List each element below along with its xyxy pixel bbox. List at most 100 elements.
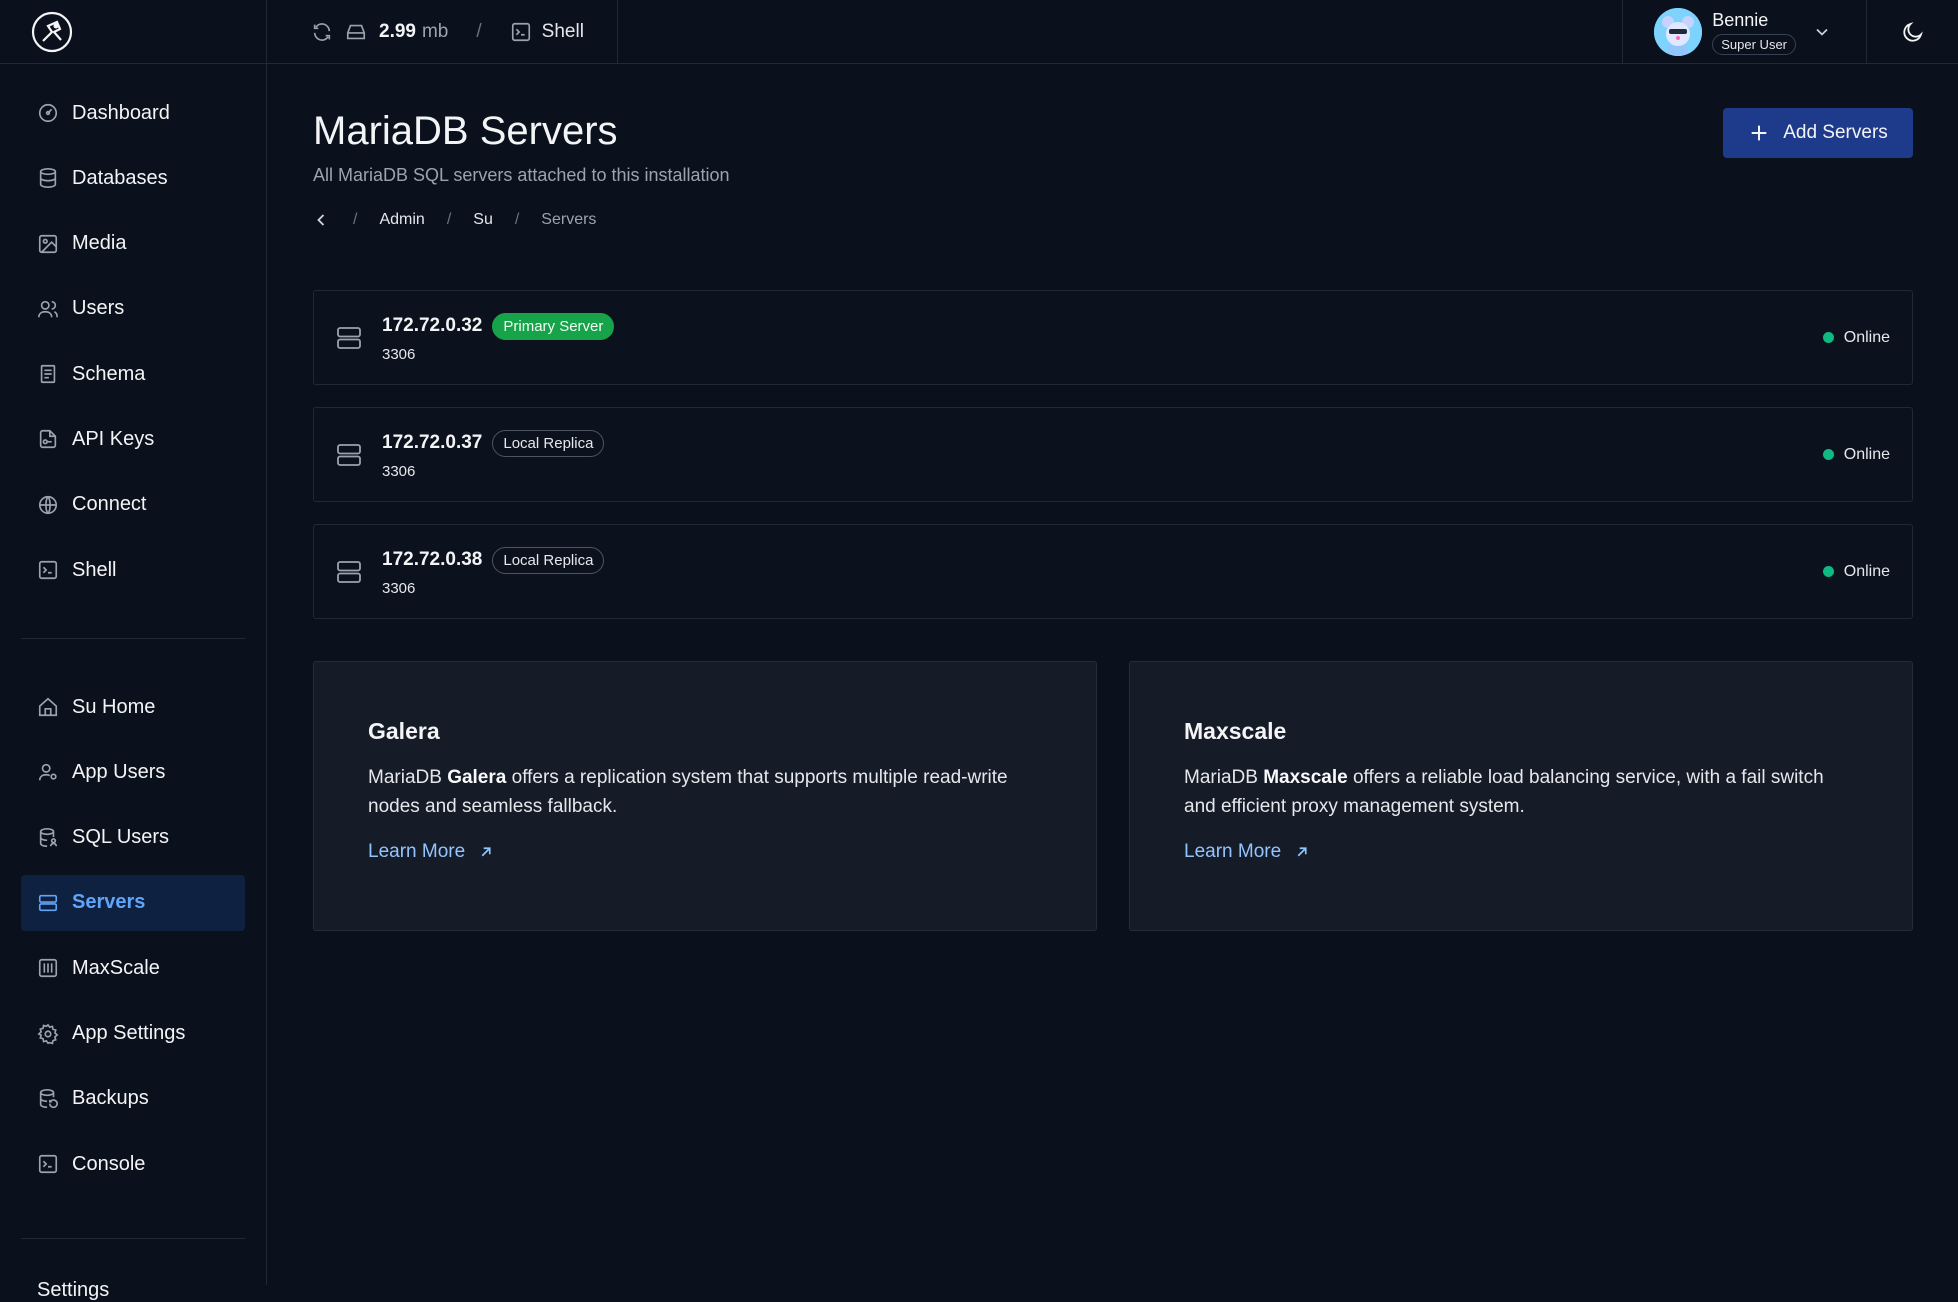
logo-area bbox=[0, 0, 266, 64]
plus-icon bbox=[1748, 122, 1770, 144]
dashboard-icon bbox=[37, 102, 59, 124]
storage-size-value: 2.99 bbox=[379, 20, 416, 42]
sidebar-item-users[interactable]: Users bbox=[21, 281, 245, 337]
backup-icon bbox=[37, 1088, 59, 1110]
server-role-badge: Primary Server bbox=[492, 312, 615, 340]
status-online-dot bbox=[1822, 449, 1834, 460]
sidebar-item-shell[interactable]: Shell bbox=[21, 542, 245, 598]
sidebar-item-label: Media bbox=[72, 232, 127, 255]
sidebar-item-label: App Users bbox=[72, 760, 166, 783]
sidebar-item-connect[interactable]: Connect bbox=[21, 477, 245, 533]
server-status-label: Online bbox=[1843, 562, 1890, 580]
sidebar-item-label: Schema bbox=[72, 362, 146, 385]
media-icon bbox=[37, 233, 59, 255]
database-icon bbox=[37, 167, 59, 189]
chevron-down-icon[interactable] bbox=[1812, 22, 1832, 42]
sidebar-item-label: MaxScale bbox=[72, 956, 160, 979]
server-ip: 172.72.0.37 bbox=[382, 432, 483, 453]
breadcrumb-separator: / bbox=[514, 211, 520, 228]
user-menu[interactable]: Bennie Super User bbox=[1622, 0, 1866, 64]
breadcrumb-admin[interactable]: Admin bbox=[379, 211, 424, 229]
user-role-badge: Super User bbox=[1712, 33, 1796, 55]
server-icon bbox=[336, 559, 362, 585]
server-ip: 172.72.0.32 bbox=[382, 315, 483, 336]
user-info: Bennie Super User bbox=[1712, 10, 1796, 55]
info-cards: Galera MariaDB Galera offers a replicati… bbox=[313, 661, 1913, 931]
terminal-icon bbox=[510, 21, 532, 43]
user-name: Bennie bbox=[1712, 9, 1769, 30]
sidebar-item-dashboard[interactable]: Dashboard bbox=[21, 85, 245, 141]
sidebar-item-label: Su Home bbox=[72, 695, 156, 718]
topbar-status: 2.99 mb / Shell bbox=[267, 0, 618, 64]
server-icon bbox=[336, 442, 362, 468]
chevron-left-icon[interactable] bbox=[311, 210, 331, 230]
servers-icon bbox=[37, 892, 59, 914]
server-status-label: Online bbox=[1843, 445, 1890, 463]
main-content: MariaDB Servers All MariaDB SQL servers … bbox=[313, 64, 1913, 931]
sidebar-item-label: SQL Users bbox=[72, 826, 170, 849]
status-online-dot bbox=[1822, 566, 1834, 577]
server-row[interactable]: 172.72.0.37 Local Replica 3306 Online bbox=[313, 407, 1913, 502]
breadcrumb-separator: / bbox=[446, 211, 452, 228]
server-icon bbox=[336, 325, 362, 351]
schema-icon bbox=[37, 363, 59, 385]
sidebar-item-label: API Keys bbox=[72, 427, 155, 450]
galera-card: Galera MariaDB Galera offers a replicati… bbox=[313, 661, 1097, 931]
server-info: 172.72.0.32 Primary Server 3306 bbox=[382, 312, 615, 363]
gear-icon bbox=[37, 1023, 59, 1045]
storage-icon bbox=[345, 21, 367, 43]
add-servers-button[interactable]: Add Servers bbox=[1723, 108, 1913, 158]
sidebar-item-backups[interactable]: Backups bbox=[21, 1071, 245, 1127]
sidebar-item-api-keys[interactable]: API Keys bbox=[21, 411, 245, 467]
card-title: Galera bbox=[368, 718, 440, 744]
server-list: 172.72.0.32 Primary Server 3306 Online 1… bbox=[313, 290, 1913, 619]
moon-icon bbox=[1901, 20, 1925, 44]
server-info: 172.72.0.38 Local Replica 3306 bbox=[382, 546, 605, 597]
breadcrumb-su[interactable]: Su bbox=[473, 211, 493, 229]
topbar-shell-link[interactable]: Shell bbox=[542, 21, 584, 43]
sidebar-item-databases[interactable]: Databases bbox=[21, 150, 245, 206]
app-logo-icon[interactable] bbox=[30, 10, 74, 54]
learn-more-label: Learn More bbox=[368, 841, 466, 862]
external-arrow-icon bbox=[477, 843, 495, 861]
sidebar-item-label: Databases bbox=[72, 166, 168, 189]
sidebar-item-label: Servers bbox=[72, 891, 146, 914]
sidebar-item-media[interactable]: Media bbox=[21, 216, 245, 272]
sidebar-divider bbox=[21, 1238, 245, 1240]
learn-more-link[interactable]: Learn More bbox=[1184, 841, 1311, 863]
card-description: MariaDB Maxscale offers a reliable load … bbox=[1184, 767, 1824, 817]
server-ip: 172.72.0.38 bbox=[382, 549, 483, 570]
server-port: 3306 bbox=[382, 579, 416, 597]
sidebar-item-label: Dashboard bbox=[72, 101, 170, 124]
home-icon bbox=[37, 696, 59, 718]
maxscale-icon bbox=[37, 957, 59, 979]
server-status: Online bbox=[1822, 562, 1890, 581]
server-status: Online bbox=[1822, 445, 1890, 464]
server-port: 3306 bbox=[382, 462, 416, 480]
server-row[interactable]: 172.72.0.38 Local Replica 3306 Online bbox=[313, 524, 1913, 619]
sidebar-item-su-home[interactable]: Su Home bbox=[21, 679, 245, 735]
sidebar-item-maxscale[interactable]: MaxScale bbox=[21, 940, 245, 996]
sidebar-item-console[interactable]: Console bbox=[21, 1136, 245, 1192]
sidebar-item-sql-users[interactable]: SQL Users bbox=[21, 810, 245, 866]
sidebar-item-schema[interactable]: Schema bbox=[21, 346, 245, 402]
sidebar-item-label: Console bbox=[72, 1152, 146, 1175]
card-title: Maxscale bbox=[1184, 718, 1287, 744]
breadcrumb-servers: Servers bbox=[541, 211, 597, 228]
storage-size-unit: mb bbox=[421, 20, 449, 42]
learn-more-link[interactable]: Learn More bbox=[368, 841, 495, 863]
sidebar-item-label: Shell bbox=[72, 558, 117, 581]
sidebar-item-label: Connect bbox=[72, 493, 147, 516]
status-online-dot bbox=[1822, 332, 1834, 343]
sidebar-item-servers[interactable]: Servers bbox=[21, 874, 245, 931]
theme-toggle[interactable] bbox=[1866, 0, 1958, 64]
avatar bbox=[1654, 8, 1703, 56]
server-info: 172.72.0.37 Local Replica 3306 bbox=[382, 429, 605, 480]
console-icon bbox=[37, 1153, 59, 1175]
sidebar-item-label: App Settings bbox=[72, 1022, 186, 1045]
users-icon bbox=[37, 298, 59, 320]
sidebar-item-app-settings[interactable]: App Settings bbox=[21, 1006, 245, 1062]
refresh-icon[interactable] bbox=[311, 21, 333, 43]
server-row[interactable]: 172.72.0.32 Primary Server 3306 Online bbox=[313, 290, 1913, 385]
sidebar-item-app-users[interactable]: App Users bbox=[21, 744, 245, 800]
